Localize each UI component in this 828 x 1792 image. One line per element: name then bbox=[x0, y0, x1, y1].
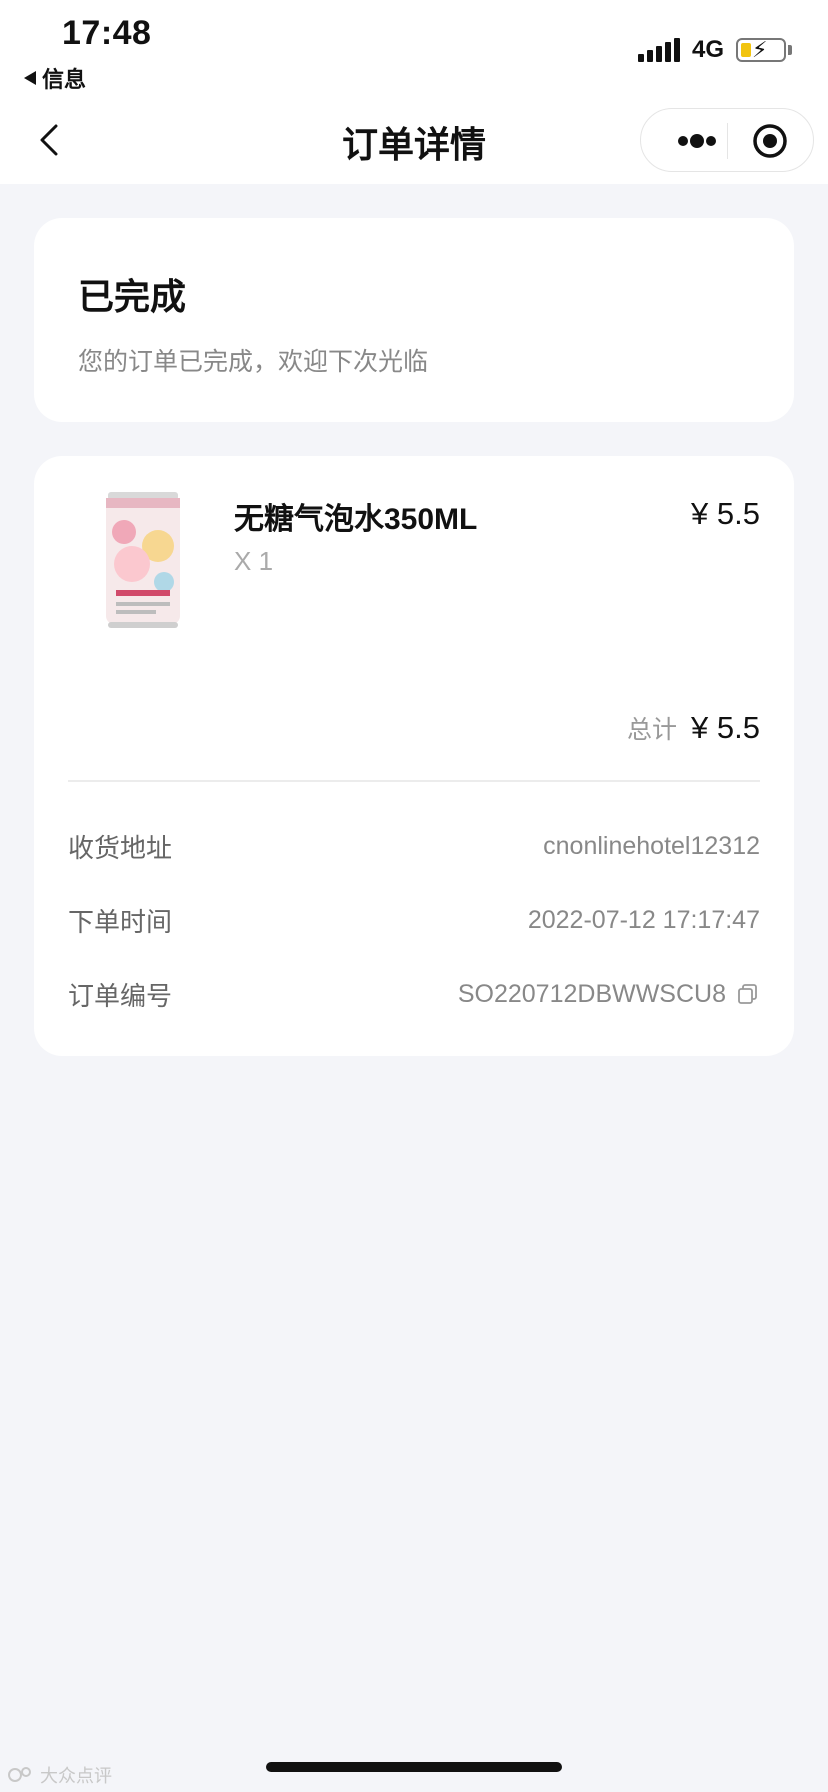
order-number-value: SO220712DBWWSCU8 bbox=[457, 979, 726, 1008]
signal-icon bbox=[637, 38, 680, 62]
beverage-can-image[interactable] bbox=[72, 486, 212, 636]
more-icon[interactable] bbox=[667, 123, 727, 159]
address-label: 收货地址 bbox=[68, 832, 173, 863]
order-status-description: 您的订单已完成，欢迎下次光临 bbox=[78, 348, 429, 376]
total-label: 总计 bbox=[627, 716, 678, 744]
product-price: ¥ 5.5 bbox=[691, 496, 760, 531]
order-time-label: 下单时间 bbox=[68, 906, 173, 937]
order-status-title: 已完成 bbox=[78, 276, 187, 317]
home-indicator[interactable] bbox=[266, 1762, 562, 1772]
order-number-group: SO220712DBWWSCU8 bbox=[458, 980, 760, 1009]
back-to-app-link[interactable]: 信息 bbox=[24, 62, 86, 94]
order-number-row: 订单编号 SO220712DBWWSCU8 bbox=[68, 974, 760, 1014]
product-name[interactable]: 无糖气泡水350ML bbox=[234, 494, 477, 538]
divider bbox=[68, 780, 760, 782]
mini-program-capsule bbox=[640, 108, 814, 172]
order-time-value: 2022-07-12 17:17:47 bbox=[527, 905, 760, 934]
status-bar: 17:48 信息 4G ⚡ bbox=[0, 0, 828, 96]
total-row: 总计 ¥ 5.5 bbox=[627, 710, 760, 746]
watermark: 大众点评 bbox=[8, 1762, 112, 1788]
order-status-card: 已完成 您的订单已完成，欢迎下次光临 bbox=[34, 218, 794, 422]
back-triangle-icon bbox=[24, 71, 36, 85]
address-row: 收货地址 cnonlinehotel12312 bbox=[68, 826, 760, 866]
copy-icon[interactable] bbox=[736, 982, 760, 1006]
order-time-row: 下单时间 2022-07-12 17:17:47 bbox=[68, 900, 760, 940]
nav-bar: 订单详情 bbox=[0, 96, 828, 184]
battery-icon: ⚡ bbox=[736, 38, 786, 62]
watermark-logo-icon bbox=[8, 1767, 31, 1782]
battery-tip bbox=[788, 45, 792, 55]
network-label: 4G bbox=[691, 36, 724, 63]
status-indicators: 4G ⚡ bbox=[637, 36, 792, 64]
address-value: cnonlinehotel12312 bbox=[543, 831, 760, 860]
product-quantity: X 1 bbox=[234, 546, 274, 576]
target-icon[interactable] bbox=[751, 122, 789, 160]
order-number-label: 订单编号 bbox=[68, 980, 173, 1011]
watermark-text: 大众点评 bbox=[40, 1766, 112, 1786]
total-value: ¥ 5.5 bbox=[691, 710, 760, 745]
order-detail-card: 无糖气泡水350ML X 1 ¥ 5.5 总计 ¥ 5.5 收货地址 cnonl… bbox=[34, 456, 794, 1056]
back-app-label: 信息 bbox=[42, 67, 87, 92]
capsule-divider bbox=[727, 123, 728, 159]
status-time: 17:48 bbox=[62, 14, 152, 52]
